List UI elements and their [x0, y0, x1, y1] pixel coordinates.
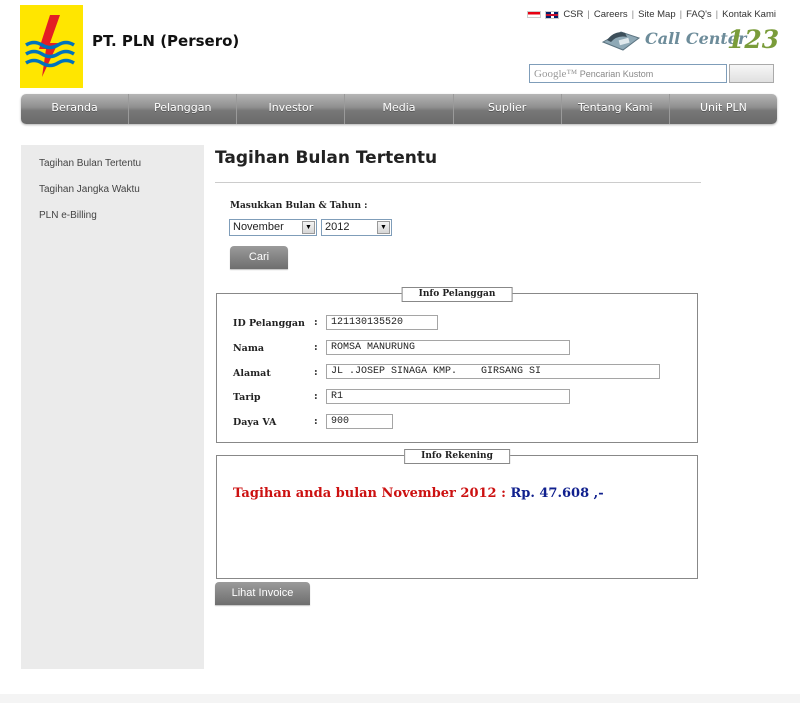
nav-media[interactable]: Media — [345, 94, 454, 124]
field-colon: : — [314, 367, 318, 378]
search-input[interactable]: Google™ Pencarian Kustom — [529, 64, 727, 83]
nama-label: Nama — [233, 343, 265, 354]
info-pelanggan-panel: Info Pelanggan ID Pelanggan : 1211301355… — [216, 287, 698, 443]
link-csr[interactable]: CSR — [563, 9, 583, 20]
year-select-value: 2012 — [325, 221, 350, 233]
chevron-down-icon[interactable]: ▼ — [377, 221, 390, 234]
main-nav: Beranda Pelanggan Investor Media Suplier… — [21, 94, 777, 124]
alamat-label: Alamat — [233, 368, 271, 379]
search-bill-button[interactable]: Cari — [230, 246, 288, 269]
page-title: Tagihan Bulan Tertentu — [215, 148, 438, 168]
daya-va-label: Daya VA — [233, 417, 277, 428]
view-invoice-button[interactable]: Lihat Invoice — [215, 582, 310, 605]
uk-flag-icon[interactable] — [545, 10, 560, 19]
link-kontak-kami[interactable]: Kontak Kami — [722, 9, 776, 20]
google-brand: Google™ — [534, 68, 578, 80]
nav-unit-pln[interactable]: Unit PLN — [670, 94, 777, 124]
nav-beranda[interactable]: Beranda — [21, 94, 130, 124]
nama-field[interactable]: ROMSA MANURUNG — [326, 340, 570, 355]
title-divider — [215, 182, 701, 183]
id-pelanggan-label: ID Pelanggan — [233, 318, 305, 329]
field-colon: : — [314, 391, 318, 402]
field-colon: : — [314, 342, 318, 353]
sidebar-item-pln-e-billing[interactable]: PLN e-Billing — [39, 210, 97, 221]
sidebar: Tagihan Bulan Tertentu Tagihan Jangka Wa… — [21, 145, 204, 669]
bill-amount: Rp. 47.608 ,- — [510, 486, 604, 501]
company-name: PT. PLN (Persero) — [92, 32, 240, 50]
tarip-label: Tarip — [233, 392, 261, 403]
sidebar-item-tagihan-jangka-waktu[interactable]: Tagihan Jangka Waktu — [39, 184, 140, 195]
field-colon: : — [314, 317, 318, 328]
info-rekening-legend: Info Rekening — [404, 449, 510, 464]
separator: | — [631, 9, 635, 20]
link-faqs[interactable]: FAQ's — [686, 9, 712, 20]
nav-suplier[interactable]: Suplier — [454, 94, 562, 124]
footer-strip — [0, 694, 800, 703]
search-button[interactable] — [729, 64, 774, 83]
month-select-value: November — [233, 221, 284, 233]
nav-pelanggan[interactable]: Pelanggan — [129, 94, 238, 124]
top-links: CSR | Careers | Site Map | FAQ's | Konta… — [527, 9, 776, 20]
call-center-number: 123 — [727, 25, 780, 54]
year-select[interactable]: 2012 ▼ — [321, 219, 392, 236]
bill-summary: Tagihan anda bulan November 2012 : Rp. 4… — [233, 486, 604, 501]
sidebar-item-tagihan-bulan-tertentu[interactable]: Tagihan Bulan Tertentu — [39, 158, 141, 169]
daya-va-field[interactable]: 900 — [326, 414, 393, 429]
info-pelanggan-legend: Info Pelanggan — [401, 287, 513, 302]
call-center: Call Center 123 — [601, 25, 780, 56]
pln-logo[interactable] — [20, 5, 83, 88]
indonesia-flag-icon[interactable] — [527, 11, 542, 18]
link-careers[interactable]: Careers — [594, 9, 628, 20]
separator: | — [715, 9, 719, 20]
separator: | — [587, 9, 590, 20]
separator: | — [679, 9, 683, 20]
pln-logo-icon — [25, 15, 75, 77]
id-pelanggan-field[interactable]: 121130135520 — [326, 315, 438, 330]
chevron-down-icon[interactable]: ▼ — [302, 221, 315, 234]
info-rekening-panel: Info Rekening Tagihan anda bulan Novembe… — [216, 449, 698, 579]
month-year-label: Masukkan Bulan & Tahun : — [230, 201, 368, 211]
telephone-icon — [601, 31, 641, 51]
month-select[interactable]: November ▼ — [229, 219, 317, 236]
field-colon: : — [314, 416, 318, 427]
search-placeholder: Pencarian Kustom — [579, 69, 654, 79]
bill-text: Tagihan anda bulan November 2012 : — [233, 486, 511, 501]
nav-investor[interactable]: Investor — [237, 94, 346, 124]
alamat-field[interactable]: JL .JOSEP SINAGA KMP. GIRSANG SI — [326, 364, 660, 379]
tarip-field[interactable]: R1 — [326, 389, 570, 404]
link-site-map[interactable]: Site Map — [638, 9, 676, 20]
nav-tentang-kami[interactable]: Tentang Kami — [562, 94, 670, 124]
